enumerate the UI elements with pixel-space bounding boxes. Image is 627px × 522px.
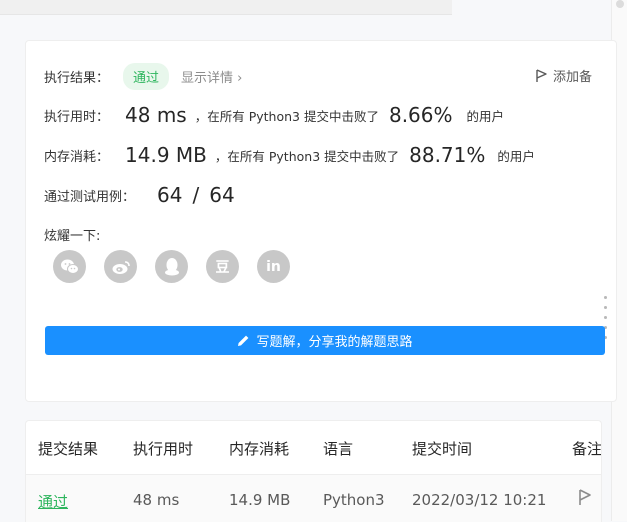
runtime-suffix: 的用户 bbox=[466, 108, 505, 124]
result-row: 执行结果： 通过 显示详情 › bbox=[44, 63, 242, 90]
runtime-value: 48 ms bbox=[125, 103, 187, 127]
header-runtime: 执行用时 bbox=[133, 440, 194, 458]
top-strip-right bbox=[452, 0, 598, 14]
weibo-icon[interactable] bbox=[104, 250, 137, 283]
tests-total: 64 bbox=[209, 183, 235, 207]
share-label: 炫耀一下: bbox=[44, 229, 101, 244]
top-strip bbox=[0, 0, 452, 15]
linkedin-icon[interactable]: in bbox=[257, 250, 290, 283]
share-row: 炫耀一下: bbox=[44, 225, 100, 244]
share-icons: 豆 in bbox=[53, 250, 290, 283]
runtime-label: 执行用时： bbox=[44, 109, 110, 125]
linkedin-glyph: in bbox=[266, 258, 281, 275]
row-language: Python3 bbox=[323, 491, 385, 509]
row-time: 2022/03/12 10:21 bbox=[412, 491, 547, 509]
qq-icon[interactable] bbox=[155, 250, 188, 283]
douban-icon[interactable]: 豆 bbox=[206, 250, 239, 283]
submissions-table: 提交结果 执行用时 内存消耗 语言 提交时间 备注 通过 48 ms 14.9 … bbox=[25, 420, 602, 522]
header-status: 提交结果 bbox=[38, 440, 99, 458]
tests-label: 通过测试用例： bbox=[44, 189, 136, 205]
header-notes: 备注 bbox=[572, 440, 602, 458]
row-note-button[interactable] bbox=[578, 489, 592, 510]
result-label: 执行结果： bbox=[44, 71, 110, 86]
write-solution-label: 写题解，分享我的解题思路 bbox=[256, 335, 413, 350]
header-time: 提交时间 bbox=[412, 440, 473, 458]
tests-row: 通过测试用例： 64 / 64 bbox=[44, 183, 235, 207]
wechat-icon[interactable] bbox=[53, 250, 86, 283]
show-details-link[interactable]: 显示详情 › bbox=[181, 67, 242, 86]
write-solution-button[interactable]: 写题解，分享我的解题思路 bbox=[45, 326, 605, 355]
status-badge: 通过 bbox=[123, 63, 170, 90]
row-status-link[interactable]: 通过 bbox=[38, 491, 68, 512]
memory-row: 内存消耗： 14.9 MB ，在所有 Python3 提交中击败了 88.71%… bbox=[44, 143, 535, 167]
runtime-percent: 8.66% bbox=[388, 103, 453, 127]
douban-glyph: 豆 bbox=[215, 259, 230, 276]
table-row[interactable]: 通过 48 ms 14.9 MB Python3 2022/03/12 10:2… bbox=[26, 475, 601, 522]
memory-suffix: 的用户 bbox=[497, 148, 535, 164]
memory-percent: 88.71% bbox=[409, 143, 486, 167]
runtime-row: 执行用时： 48 ms ，在所有 Python3 提交中击败了 8.66% 的用… bbox=[44, 103, 504, 127]
header-language: 语言 bbox=[323, 440, 354, 458]
pencil-icon bbox=[238, 335, 249, 346]
add-note-label: 添加备 bbox=[553, 70, 593, 85]
tests-separator: / bbox=[192, 183, 200, 207]
add-note-button[interactable]: 添加备 bbox=[535, 66, 592, 85]
flag-icon bbox=[579, 489, 591, 505]
runtime-text: ，在所有 Python3 提交中击败了 bbox=[194, 108, 379, 124]
memory-label: 内存消耗： bbox=[44, 149, 110, 165]
memory-value: 14.9 MB bbox=[125, 143, 207, 167]
header-memory: 内存消耗 bbox=[229, 440, 290, 458]
scrollbar-thumb[interactable] bbox=[616, 0, 624, 8]
table-header: 提交结果 执行用时 内存消耗 语言 提交时间 备注 bbox=[26, 421, 601, 475]
tests-passed: 64 bbox=[157, 183, 183, 207]
flag-icon bbox=[536, 68, 547, 82]
memory-text: ，在所有 Python3 提交中击败了 bbox=[214, 148, 400, 164]
row-runtime: 48 ms bbox=[133, 491, 180, 509]
row-memory: 14.9 MB bbox=[229, 491, 291, 509]
